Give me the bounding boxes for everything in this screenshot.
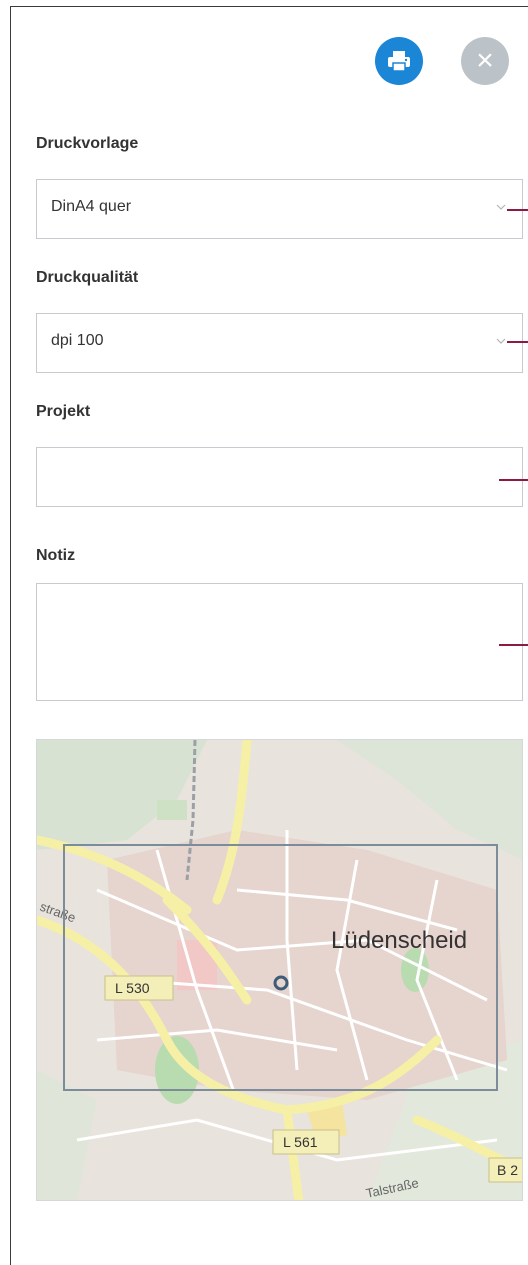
template-label: Druckvorlage bbox=[36, 135, 139, 152]
template-select-value: DinA4 quer bbox=[51, 198, 132, 215]
quality-select-value: dpi 100 bbox=[51, 332, 104, 349]
note-label: Notiz bbox=[36, 547, 76, 564]
close-icon: × bbox=[476, 44, 494, 77]
chevron-down-icon bbox=[496, 338, 506, 344]
template-select[interactable]: DinA4 quer bbox=[36, 179, 523, 239]
project-input[interactable] bbox=[36, 447, 523, 507]
required-marker bbox=[507, 341, 528, 343]
printer-icon bbox=[388, 51, 410, 72]
road-label-l561: L 561 bbox=[283, 1134, 318, 1150]
required-marker bbox=[507, 209, 528, 211]
close-button[interactable]: × bbox=[461, 37, 509, 85]
print-panel: × Druckvorlage DinA4 quer Druckqualität … bbox=[10, 6, 528, 1265]
project-label: Projekt bbox=[36, 403, 91, 420]
field-marker bbox=[499, 644, 528, 646]
print-button[interactable] bbox=[375, 37, 423, 85]
quality-select[interactable]: dpi 100 bbox=[36, 313, 523, 373]
map-canvas[interactable]: L 530 L 561 B 2 Talstraße straße Lüdensc… bbox=[37, 740, 523, 1201]
city-label: Lüdenscheid bbox=[331, 927, 467, 954]
field-marker bbox=[499, 479, 528, 481]
road-label-l530: L 530 bbox=[115, 980, 150, 996]
road-label-b2: B 2 bbox=[497, 1162, 518, 1178]
chevron-down-icon bbox=[496, 204, 506, 210]
map-preview[interactable]: L 530 L 561 B 2 Talstraße straße Lüdensc… bbox=[36, 739, 523, 1201]
note-textarea[interactable] bbox=[36, 583, 523, 701]
quality-label: Druckqualität bbox=[36, 269, 139, 286]
